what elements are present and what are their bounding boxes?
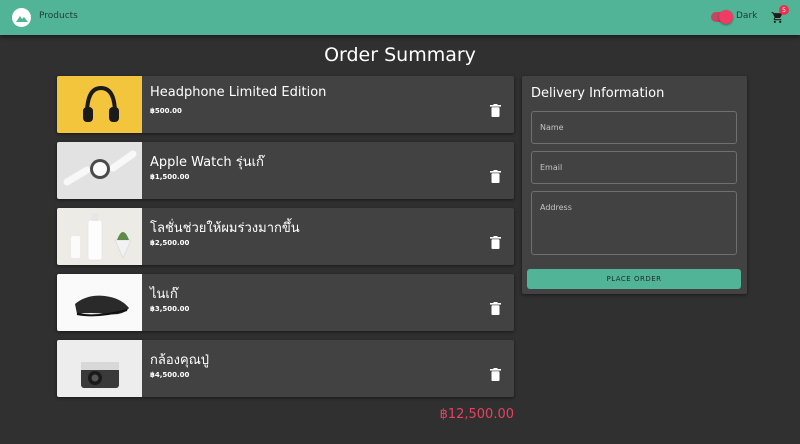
item-price: ฿500.00 (150, 107, 182, 115)
item-name: โลชั่นช่วยให้ผมร่วงมากขึ้น (150, 221, 300, 236)
item-name: กล้องคุณปู่ (150, 353, 210, 368)
nav-products-link[interactable]: Products (39, 11, 78, 21)
order-item: Apple Watch รุ่นเก๊ ฿1,500.00 (57, 142, 514, 199)
item-price: ฿4,500.00 (150, 371, 190, 379)
delivery-form: Delivery Information Name Email Address … (522, 76, 747, 294)
item-name: Headphone Limited Edition (150, 85, 327, 100)
toggle-knob (719, 10, 733, 24)
cart-count-badge: 5 (779, 5, 789, 15)
sneaker-thumbnail (57, 274, 142, 331)
delete-icon[interactable] (490, 170, 501, 183)
camera-thumbnail (57, 340, 142, 397)
item-price: ฿2,500.00 (150, 239, 190, 247)
email-placeholder: Email (540, 163, 563, 172)
app-bar: Products Dark 5 (0, 0, 800, 35)
order-item: Headphone Limited Edition ฿500.00 (57, 76, 514, 133)
page-title: Order Summary (324, 44, 476, 66)
dark-mode-toggle[interactable] (711, 10, 733, 24)
logo-icon[interactable] (12, 8, 31, 27)
headphones-thumbnail (57, 76, 142, 133)
delete-icon[interactable] (490, 236, 501, 249)
item-name: ไนเก๊ (150, 287, 178, 302)
order-total: ฿12,500.00 (439, 407, 514, 422)
cosmetics-thumbnail (57, 208, 142, 265)
delete-icon[interactable] (490, 302, 501, 315)
name-placeholder: Name (540, 123, 564, 132)
order-item: โลชั่นช่วยให้ผมร่วงมากขึ้น ฿2,500.00 (57, 208, 514, 265)
smartwatch-thumbnail (57, 142, 142, 199)
address-placeholder: Address (540, 203, 572, 212)
address-field[interactable]: Address (531, 191, 737, 255)
item-name: Apple Watch รุ่นเก๊ (150, 155, 264, 170)
order-item: กล้องคุณปู่ ฿4,500.00 (57, 340, 514, 397)
delivery-title: Delivery Information (531, 86, 665, 101)
item-price: ฿3,500.00 (150, 305, 190, 313)
dark-mode-label: Dark (736, 11, 758, 21)
order-item: ไนเก๊ ฿3,500.00 (57, 274, 514, 331)
email-field[interactable]: Email (531, 151, 737, 184)
delete-icon[interactable] (490, 368, 501, 381)
name-field[interactable]: Name (531, 111, 737, 144)
item-price: ฿1,500.00 (150, 173, 190, 181)
place-order-button[interactable]: PLACE ORDER (527, 269, 741, 289)
delete-icon[interactable] (490, 104, 501, 117)
